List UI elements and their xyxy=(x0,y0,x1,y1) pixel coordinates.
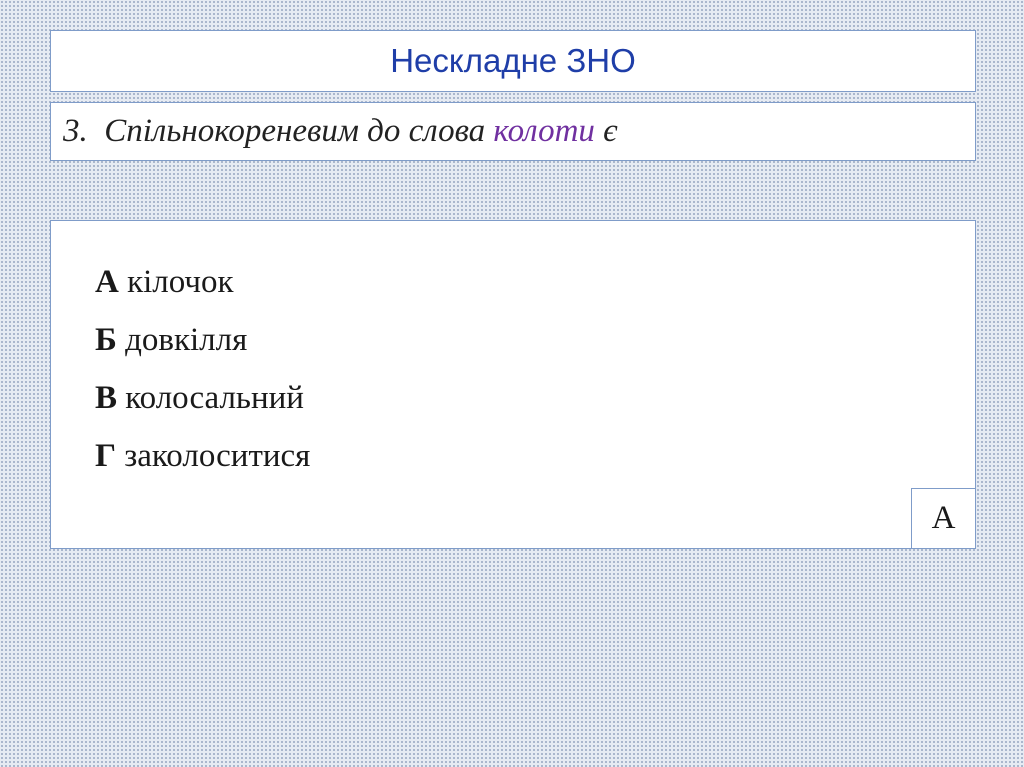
question-text: 3. Спільнокореневим до слова колоти є xyxy=(63,113,618,150)
answer-key-box: А xyxy=(911,488,975,548)
question-prefix: 3. Спільнокореневим до слова xyxy=(63,113,494,149)
option-letter: Г xyxy=(95,438,116,474)
question-keyword: колоти xyxy=(493,113,595,149)
answer-option-h: Г заколоситися xyxy=(62,401,310,512)
answers-panel: А кілочок Б довкілля В колосальний Г зак… xyxy=(50,220,976,549)
option-text: заколоситися xyxy=(116,438,311,474)
title-panel: Нескладне ЗНО xyxy=(50,30,976,92)
question-panel: 3. Спільнокореневим до слова колоти є xyxy=(50,102,976,161)
slide-title: Нескладне ЗНО xyxy=(390,42,636,79)
question-suffix: є xyxy=(594,113,618,149)
